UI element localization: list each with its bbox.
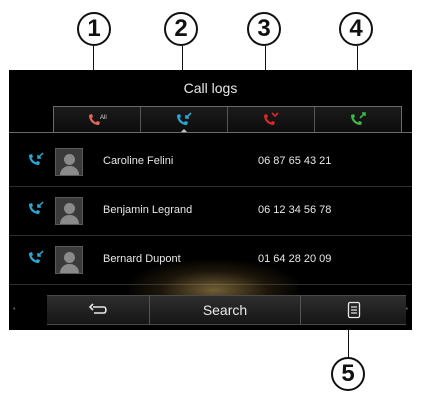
page-title: Call logs — [183, 80, 238, 96]
back-button[interactable] — [47, 296, 150, 324]
search-label: Search — [202, 302, 248, 318]
contact-name: Caroline Felini — [103, 155, 174, 167]
title-bar: Call logs — [9, 70, 412, 106]
callout-5: 5 — [331, 357, 365, 391]
incoming-call-icon — [177, 112, 192, 125]
callout-4: 4 — [339, 12, 373, 46]
tab-missed-calls[interactable] — [228, 107, 315, 133]
call-logs-screen: Call logs All Caroline Felini 06 87 65 4… — [9, 70, 412, 330]
tab-incoming-calls[interactable] — [141, 107, 228, 133]
bottom-action-bar: Search — [47, 295, 406, 325]
outgoing-call-icon — [351, 112, 366, 125]
call-row[interactable]: Benjamin Legrand 06 12 34 56 78 — [9, 187, 412, 236]
search-button[interactable]: Search — [150, 296, 301, 324]
contact-name: Benjamin Legrand — [103, 204, 193, 216]
contact-number: 06 87 65 43 21 — [258, 155, 332, 167]
incoming-call-icon — [29, 201, 44, 214]
contact-avatar — [55, 246, 83, 274]
missed-call-icon — [264, 112, 279, 125]
call-log-tabs: All — [53, 106, 402, 133]
call-row[interactable]: Caroline Felini 06 87 65 43 21 — [9, 138, 412, 187]
callout-2: 2 — [164, 12, 198, 46]
all-calls-icon: All — [89, 114, 107, 125]
back-arrow-icon — [88, 303, 107, 314]
tab-all-calls[interactable]: All — [54, 107, 141, 133]
tab-outgoing-calls[interactable] — [315, 107, 401, 133]
contact-avatar — [55, 148, 83, 176]
all-badge-text: All — [100, 115, 107, 121]
menu-icon — [347, 301, 360, 319]
side-indicator-left: • — [13, 306, 16, 313]
callout-1: 1 — [77, 12, 111, 46]
contact-number: 06 12 34 56 78 — [258, 204, 332, 216]
tabs-divider — [9, 132, 412, 133]
callout-3: 3 — [247, 12, 281, 46]
incoming-call-icon — [29, 250, 44, 263]
menu-button[interactable] — [301, 296, 406, 324]
contact-avatar — [55, 197, 83, 225]
incoming-call-icon — [29, 152, 44, 165]
